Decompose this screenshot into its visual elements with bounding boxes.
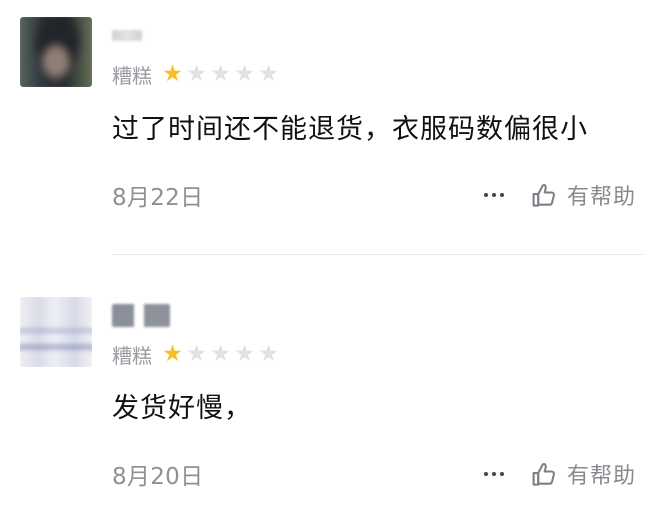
- review-card: 糟糕 ★ ★ ★ ★ ★ 发货好慢， 8月20日 有帮助: [0, 256, 666, 525]
- review-divider: [112, 254, 644, 255]
- helpful-button[interactable]: 有帮助: [530, 179, 636, 211]
- star-icon: ★: [210, 60, 231, 87]
- more-icon: [483, 193, 504, 197]
- review-date: 8月22日: [112, 185, 204, 211]
- star-icon: ★: [258, 60, 279, 87]
- more-icon: [483, 472, 504, 476]
- reviewer-avatar: [20, 17, 92, 87]
- star-icon: ★: [210, 340, 231, 367]
- star-icon: ★: [234, 340, 255, 367]
- rating-label: 糟糕: [112, 343, 152, 368]
- review-comment: 过了时间还不能退货，衣服码数偏很小: [112, 114, 588, 145]
- rating-row: 糟糕 ★ ★ ★ ★ ★: [112, 60, 280, 88]
- review-footer: 8月22日 有帮助: [112, 177, 636, 213]
- star-icon: ★: [258, 340, 279, 367]
- thumb-up-icon: [532, 462, 556, 486]
- review-footer: 8月20日 有帮助: [112, 456, 636, 492]
- more-options-button[interactable]: [478, 458, 510, 490]
- star-icon: ★: [162, 60, 183, 87]
- review-date: 8月20日: [112, 464, 204, 490]
- helpful-button[interactable]: 有帮助: [530, 458, 636, 490]
- reviewer-avatar: [20, 297, 92, 367]
- helpful-label: 有帮助: [566, 185, 636, 210]
- star-icon: ★: [234, 60, 255, 87]
- review-comment: 发货好慢，: [112, 393, 252, 424]
- more-options-button[interactable]: [478, 179, 510, 211]
- reviewer-name: [112, 30, 142, 41]
- rating-row: 糟糕 ★ ★ ★ ★ ★: [112, 340, 280, 368]
- rating-label: 糟糕: [112, 63, 152, 88]
- star-icon: ★: [162, 340, 183, 367]
- reviewer-name: [112, 304, 170, 327]
- helpful-label: 有帮助: [566, 464, 636, 489]
- star-icon: ★: [186, 340, 207, 367]
- thumb-up-icon: [532, 183, 556, 207]
- rating-stars: ★ ★ ★ ★ ★: [161, 60, 280, 87]
- rating-stars: ★ ★ ★ ★ ★: [161, 340, 280, 367]
- review-card: 糟糕 ★ ★ ★ ★ ★ 过了时间还不能退货，衣服码数偏很小 8月22日 有帮助: [0, 0, 666, 256]
- star-icon: ★: [186, 60, 207, 87]
